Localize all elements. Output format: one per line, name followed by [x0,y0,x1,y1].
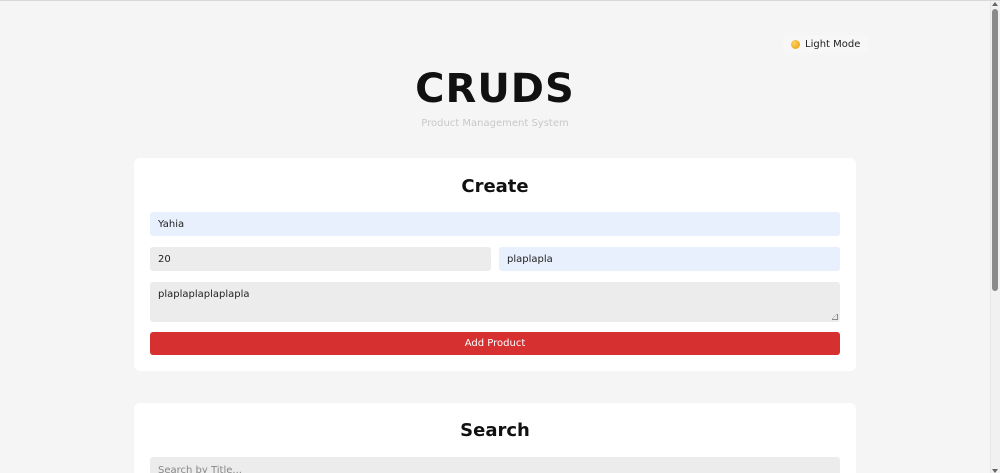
create-card: Create Yahia 20 plaplapla plaplaplaplapl… [134,158,856,371]
title-input-value: Yahia [158,218,185,230]
theme-toggle-label: Light Mode [805,38,861,50]
search-input[interactable]: Search by Title... [150,457,840,473]
description-textarea[interactable]: plaplaplaplaplapla [150,282,840,322]
price-input-value: 20 [158,253,171,265]
resize-handle-icon[interactable] [832,314,838,320]
scroll-up-icon[interactable] [992,2,998,6]
category-input[interactable]: plaplapla [499,247,840,271]
page-scrollbar[interactable] [990,1,1000,473]
page-subtitle: Product Management System [421,118,569,129]
search-placeholder: Search by Title... [158,464,242,473]
search-heading: Search [460,420,530,441]
page: Light Mode CRUDS Product Management Syst… [0,0,1000,473]
create-heading: Create [461,176,529,197]
add-product-button[interactable]: Add Product [150,332,840,355]
scroll-down-icon[interactable] [992,469,998,473]
theme-toggle-button[interactable]: Light Mode [783,35,869,53]
search-card: Search Search by Title... [134,403,856,473]
sun-icon [791,39,800,49]
page-title: CRUDS [415,66,575,112]
price-input[interactable]: 20 [150,247,491,271]
scrollbar-thumb[interactable] [992,9,998,291]
category-input-value: plaplapla [507,253,553,265]
description-value: plaplaplaplaplapla [158,289,250,300]
title-input[interactable]: Yahia [150,212,840,236]
